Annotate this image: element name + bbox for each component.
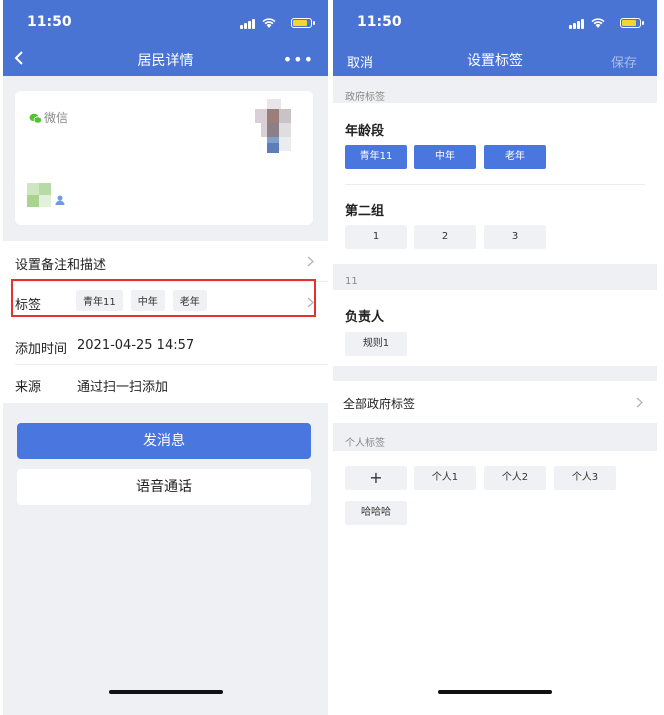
page-title: 居民详情 — [137, 53, 194, 69]
nav-bar: 居民详情 ••• — [3, 40, 328, 76]
voice-call-button[interactable]: 语音通话 — [17, 469, 311, 505]
profile-card: 微信 — [15, 91, 313, 225]
wechat-icon — [29, 113, 42, 124]
tag-option[interactable]: 2 — [414, 225, 476, 249]
send-message-button[interactable]: 发消息 — [17, 423, 311, 459]
battery-icon — [620, 18, 644, 28]
signal-icon — [569, 19, 585, 29]
status-time: 11:50 — [27, 14, 72, 30]
tag-option[interactable]: 哈哈哈 — [345, 501, 407, 525]
tag-option-selected[interactable]: 中年 — [414, 145, 476, 169]
status-time: 11:50 — [357, 14, 402, 30]
age-group-title: 年龄段 — [345, 124, 385, 139]
gov-tags-block: 年龄段 青年11 中年 老年 第二组 1 2 3 — [333, 103, 657, 264]
source-label: 来源 — [15, 380, 42, 395]
personal-tags-section-label: 个人标签 — [345, 438, 385, 449]
gov-tags-section-label: 政府标签 — [345, 92, 385, 103]
tag-option[interactable]: 3 — [484, 225, 546, 249]
signal-icon — [240, 19, 256, 29]
save-button[interactable]: 保存 — [611, 52, 637, 71]
tag-option[interactable]: 个人3 — [554, 466, 616, 490]
set-remark-row[interactable]: 设置备注和描述 — [3, 241, 328, 281]
user-icon — [55, 195, 65, 205]
chevron-right-icon — [307, 256, 314, 267]
tag-option[interactable]: 1 — [345, 225, 407, 249]
source-value: 通过扫一扫添加 — [77, 380, 169, 395]
tag-option[interactable]: 个人1 — [414, 466, 476, 490]
divider — [15, 364, 328, 365]
owner-block: 负责人 规则1 — [333, 290, 657, 366]
group2-title: 第二组 — [345, 204, 385, 219]
wifi-icon — [591, 18, 605, 28]
more-icon[interactable]: ••• — [283, 50, 314, 69]
tag-option-selected[interactable]: 青年11 — [345, 145, 407, 169]
wechat-source: 微信 — [29, 109, 68, 126]
resident-detail-screen: 11:50 居民详情 ••• 微信 设置备注和描述 标签 青年11 中年 老年 … — [3, 0, 328, 715]
add-tag-button[interactable]: + — [345, 466, 407, 490]
section-11-label: 11 — [345, 276, 358, 287]
wechat-label: 微信 — [44, 111, 69, 125]
all-gov-tags-label: 全部政府标签 — [343, 397, 416, 411]
page-title: 设置标签 — [467, 53, 523, 69]
info-section: 添加时间 2021-04-25 14:57 来源 通过扫一扫添加 — [3, 325, 328, 403]
tag-option[interactable]: 个人2 — [484, 466, 546, 490]
status-bar: 11:50 — [333, 0, 657, 40]
added-time-value: 2021-04-25 14:57 — [77, 338, 195, 353]
set-tags-screen: 11:50 取消 设置标签 保存 政府标签 年龄段 青年11 中年 老年 第二组… — [333, 0, 657, 715]
nav-bar: 取消 设置标签 保存 — [333, 40, 657, 76]
home-indicator — [438, 690, 552, 694]
chevron-right-icon — [636, 397, 643, 408]
added-time-label: 添加时间 — [15, 342, 68, 357]
tags-highlight-box — [11, 279, 316, 317]
owner-title: 负责人 — [345, 310, 385, 325]
battery-icon — [291, 18, 315, 28]
home-indicator — [108, 690, 223, 694]
status-bar: 11:50 — [3, 0, 328, 40]
wifi-icon — [262, 18, 276, 28]
all-gov-tags-row[interactable]: 全部政府标签 — [333, 381, 657, 423]
divider — [345, 184, 645, 185]
avatar — [27, 183, 51, 207]
profile-photo — [255, 99, 293, 155]
set-remark-label: 设置备注和描述 — [15, 258, 107, 273]
personal-tags-block: + 个人1 个人2 个人3 哈哈哈 — [333, 451, 657, 715]
tag-option-selected[interactable]: 老年 — [484, 145, 546, 169]
tag-option[interactable]: 规则1 — [345, 332, 407, 356]
